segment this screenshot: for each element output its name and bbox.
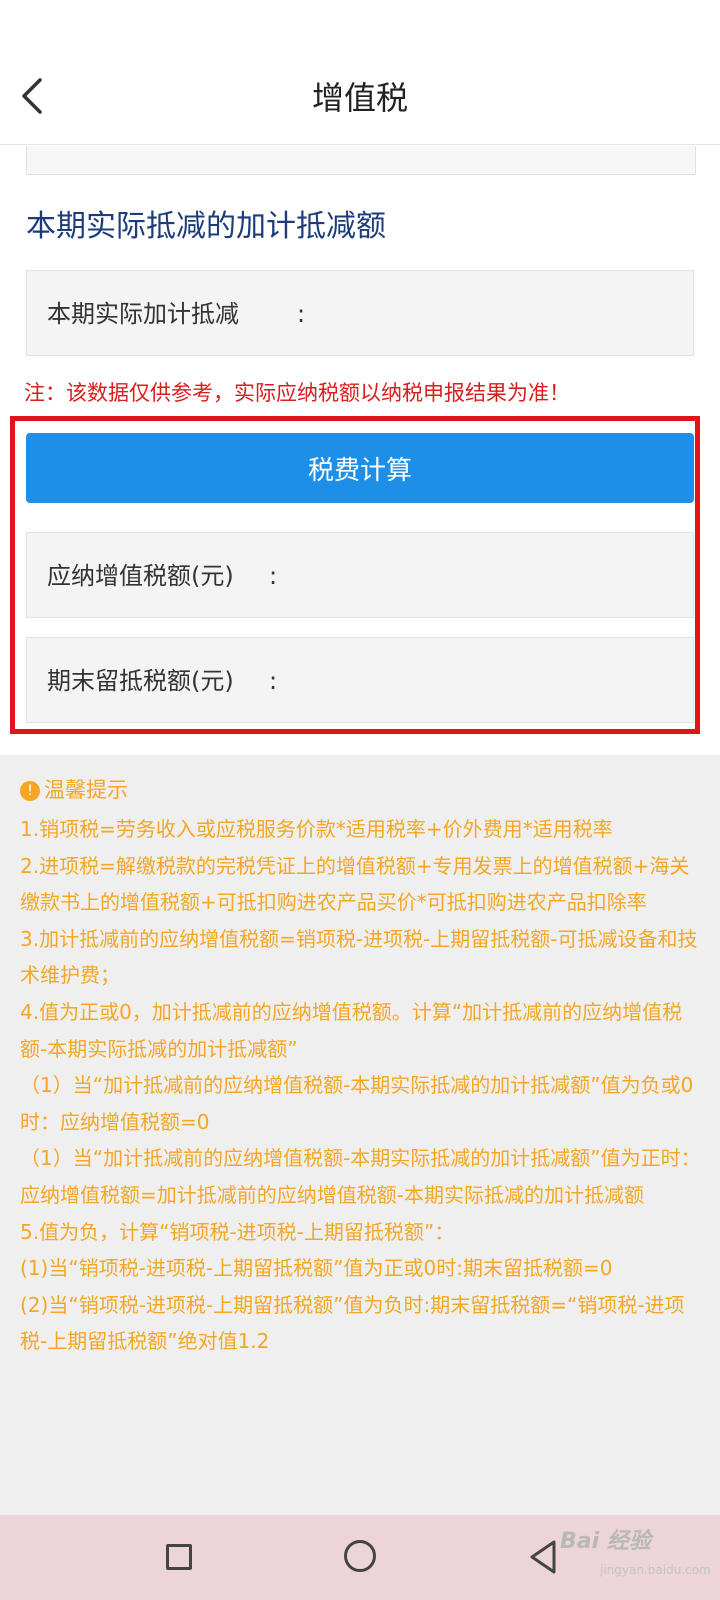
recent-apps-icon[interactable] <box>166 1544 192 1570</box>
system-nav-bar: Bai 经验 jingyan.baidu.com <box>0 1515 720 1600</box>
tips-panel: ! 温馨提示 1.销项税=劳务收入或应税服务价款*适用税率+价外费用*适用税率 2… <box>0 755 720 1515</box>
tips-list: 1.销项税=劳务收入或应税服务价款*适用税率+价外费用*适用税率 2.进项税=解… <box>20 811 706 1360</box>
section-title: 本期实际抵减的加计抵减额 <box>26 209 386 244</box>
tips-line: 3.加计抵减前的应纳增值税额=销项税-进项税-上期留抵税额-可抵减设备和技术维护… <box>20 926 698 988</box>
home-icon[interactable] <box>344 1540 376 1572</box>
nav-back-icon[interactable] <box>528 1539 558 1575</box>
watermark-logo: Bai 经验 <box>560 1529 651 1554</box>
tips-line: 5.值为负，计算“销项税-进项税-上期留抵税额”： <box>20 1219 455 1244</box>
disclaimer-note: 注：该数据仅供参考，实际应纳税额以纳税申报结果为准！ <box>24 381 570 405</box>
tips-line: （1）当“加计抵减前的应纳增值税额-本期实际抵减的加计抵减额”值为正时：应纳增值… <box>20 1146 701 1207</box>
tips-line: 1.销项税=劳务收入或应税服务价款*适用税率+价外费用*适用税率 <box>20 817 613 841</box>
highlight-box <box>10 416 700 734</box>
page-title: 增值税 <box>311 79 408 117</box>
field-colon: : <box>297 300 306 328</box>
info-icon: ! <box>20 781 40 801</box>
tips-heading: ! 温馨提示 <box>20 775 128 805</box>
watermark-url: jingyan.baidu.com <box>600 1563 711 1577</box>
tips-line: 2.进项税=解缴税款的完税凭证上的增值税额+专用发票上的增值税额+海关缴款书上的… <box>20 853 690 915</box>
tips-title: 温馨提示 <box>44 778 128 802</box>
tips-line: （1）当“加计抵减前的应纳增值税额-本期实际抵减的加计抵减额”值为负或0时：应纳… <box>20 1073 694 1134</box>
tips-line: 4.值为正或0，加计抵减前的应纳增值税额。计算“加计抵减前的应纳增值税额-本期实… <box>20 999 683 1061</box>
app-header: 增值税 <box>0 48 720 145</box>
tips-line: (1)当“销项税-进项税-上期留抵税额”值为正或0时:期末留抵税额=0 <box>20 1256 613 1281</box>
field-label: 本期实际加计抵减 <box>47 300 239 328</box>
actual-deduction-field[interactable]: 本期实际加计抵减 : <box>26 270 694 356</box>
partial-field <box>26 146 696 175</box>
tips-line: (2)当“销项税-进项税-上期留抵税额”值为负时:期末留抵税额=“销项税-进项税… <box>20 1292 685 1354</box>
